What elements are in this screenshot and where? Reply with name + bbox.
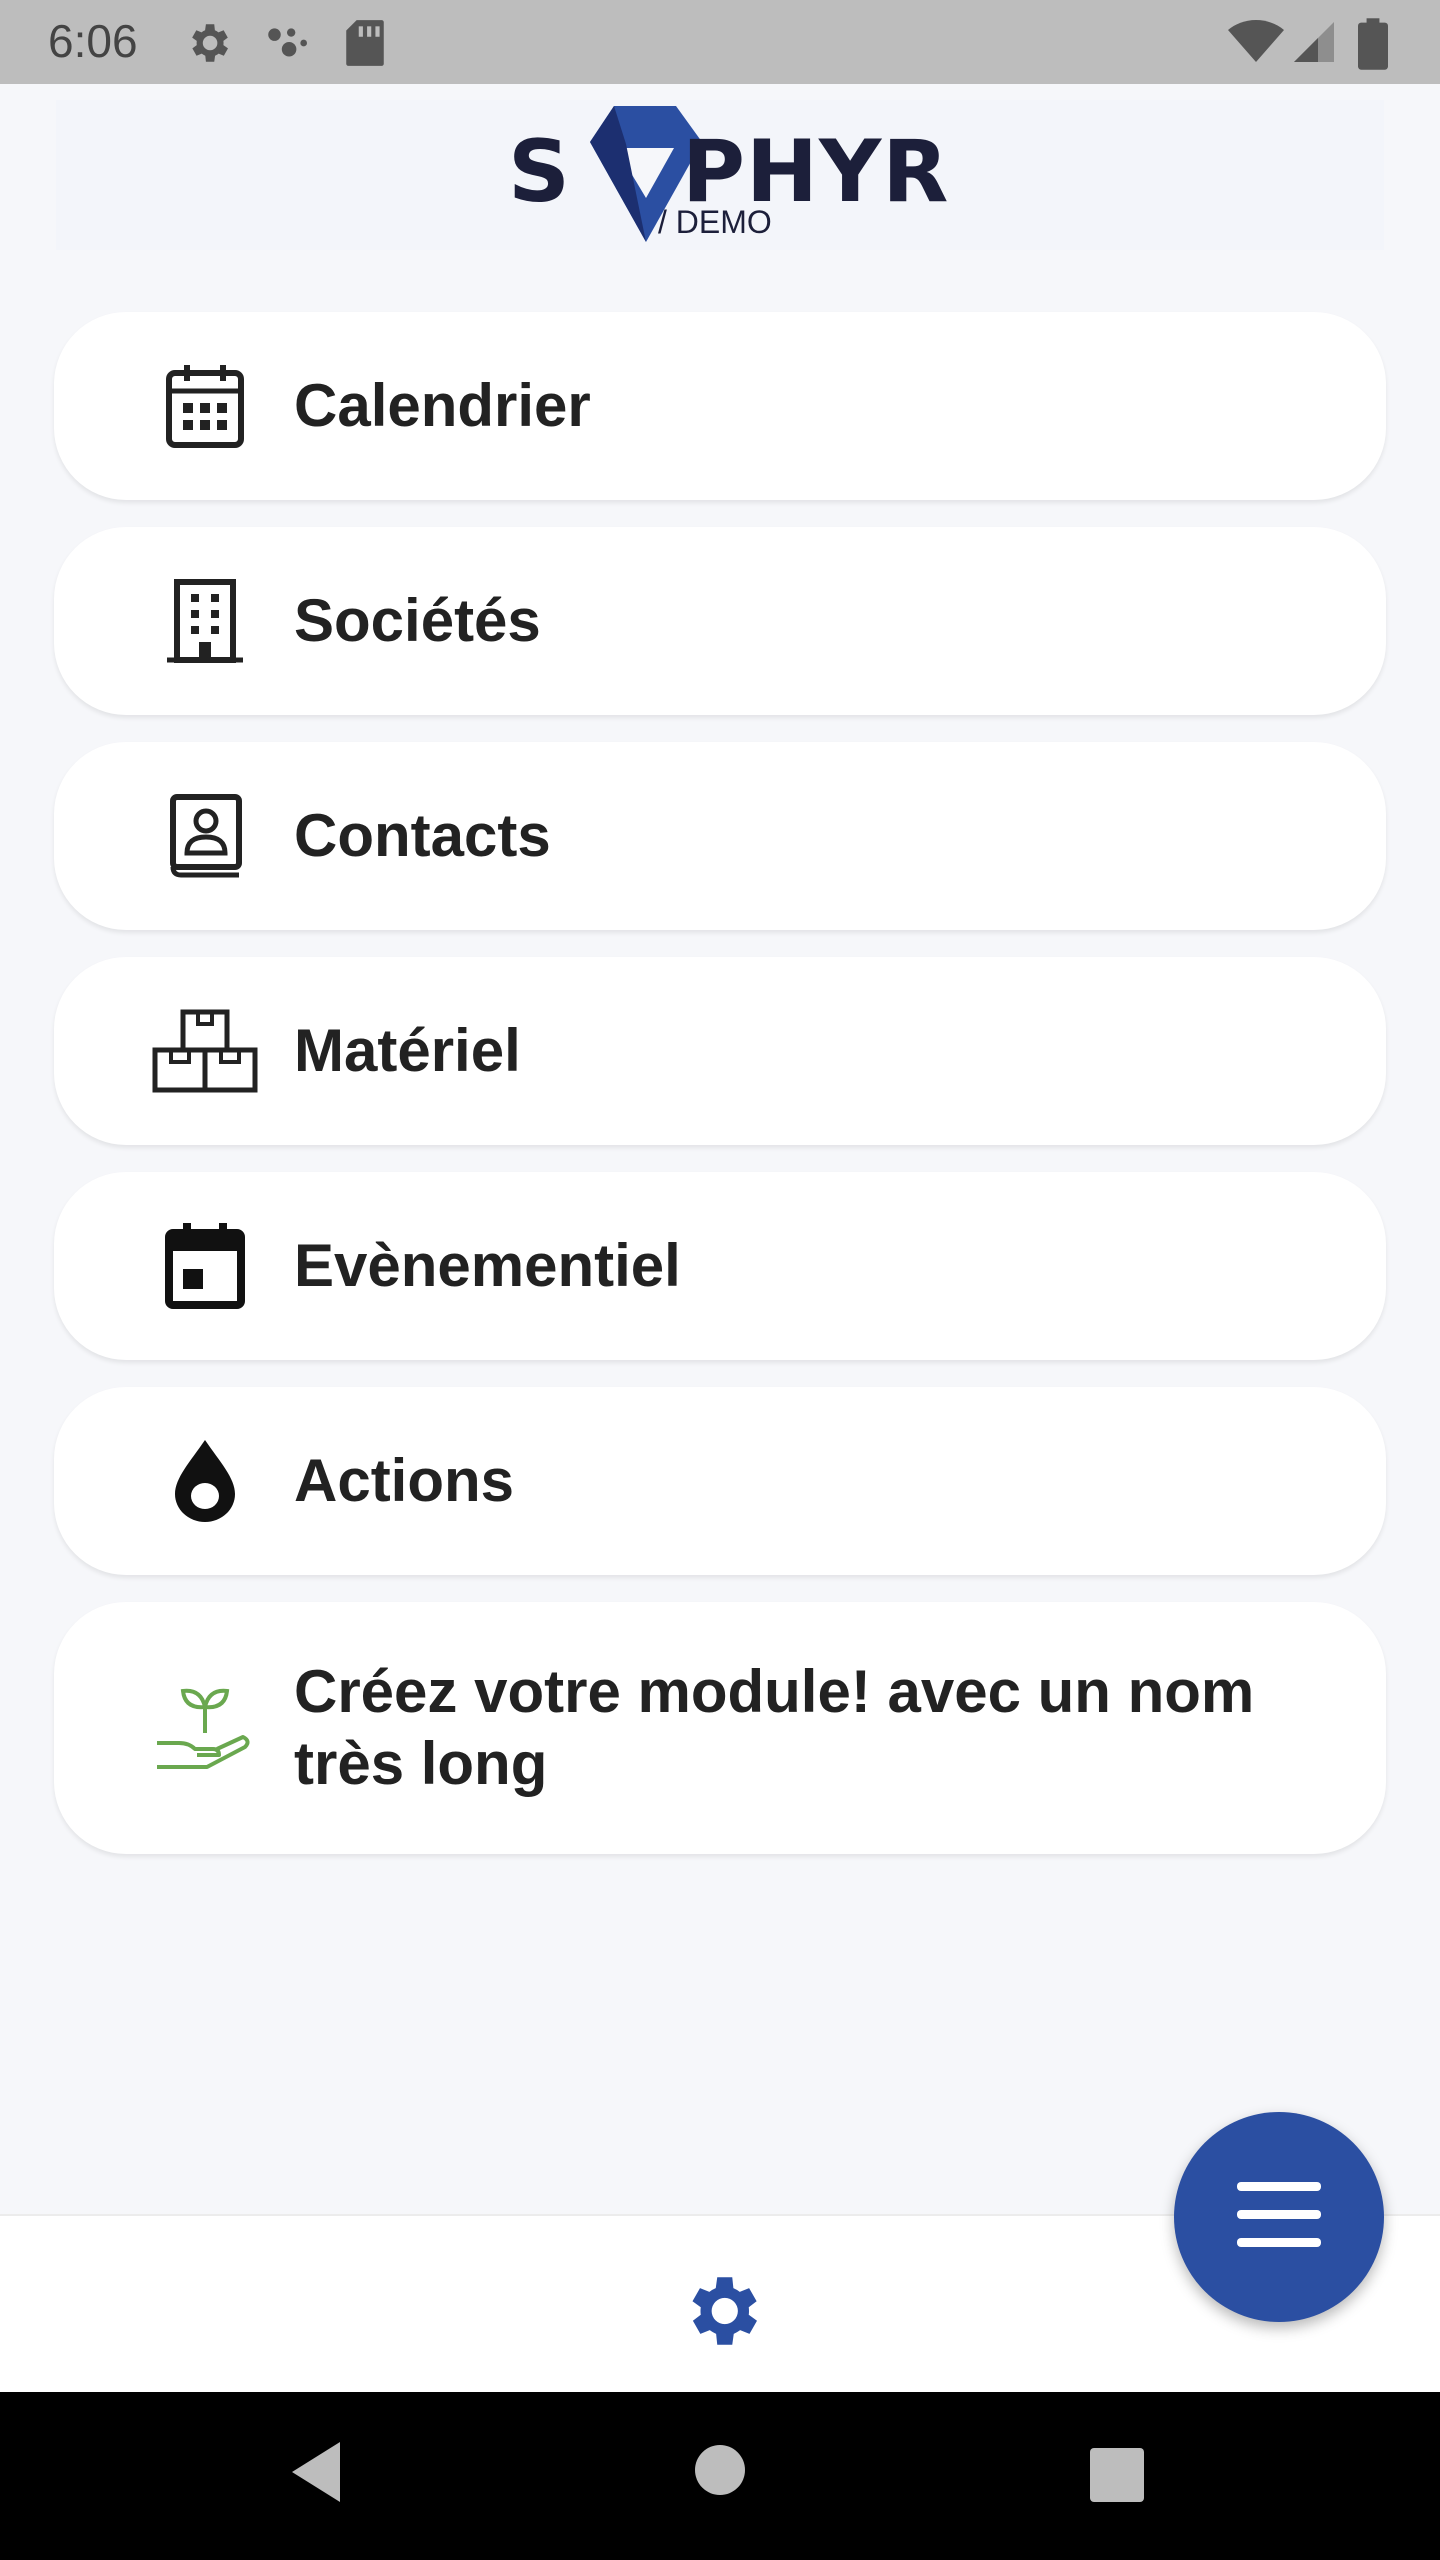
event-icon <box>150 1218 260 1314</box>
wifi-icon <box>1228 18 1284 71</box>
system-nav-bar <box>0 2392 1440 2560</box>
contact-book-icon <box>150 788 260 884</box>
status-bar: 6:06 <box>0 0 1440 84</box>
module-label: Créez votre module! avec un nom très lon… <box>294 1658 1255 1797</box>
module-label: Sociétés <box>294 587 541 654</box>
module-item-societes[interactable]: Sociétés <box>54 527 1386 715</box>
building-icon <box>150 573 260 669</box>
gear-icon[interactable] <box>676 2266 766 2356</box>
module-item-calendrier[interactable]: Calendrier <box>54 312 1386 500</box>
status-time: 6:06 <box>48 15 138 67</box>
back-icon[interactable] <box>288 2440 344 2509</box>
home-icon[interactable] <box>694 2444 746 2501</box>
module-item-custom-module[interactable]: Créez votre module! avec un nom très lon… <box>54 1602 1386 1854</box>
module-label: Contacts <box>294 802 551 869</box>
logo-demo-label: / DEMO <box>658 204 772 240</box>
plant-hand-icon <box>150 1680 260 1776</box>
app-logo: S PHYR / DEMO <box>508 100 949 250</box>
assistant-icon <box>262 18 312 73</box>
module-label: Evènementiel <box>294 1232 681 1299</box>
settings-icon <box>183 18 233 73</box>
module-item-evenementiel[interactable]: Evènementiel <box>54 1172 1386 1360</box>
module-item-actions[interactable]: Actions <box>54 1387 1386 1575</box>
recent-apps-icon[interactable] <box>1090 2448 1144 2507</box>
sd-card-icon <box>343 18 387 73</box>
module-label: Actions <box>294 1447 515 1514</box>
battery-icon <box>1358 18 1388 75</box>
logo-letter-s: S <box>508 122 571 222</box>
boxes-icon <box>150 1003 260 1099</box>
signal-icon <box>1290 18 1338 71</box>
module-item-materiel[interactable]: Matériel <box>54 957 1386 1145</box>
module-label: Calendrier <box>294 372 591 439</box>
module-item-contacts[interactable]: Contacts <box>54 742 1386 930</box>
module-list: Calendrier Sociétés Contacts Matériel Ev… <box>54 312 1386 1881</box>
menu-icon <box>1237 2181 1321 2253</box>
module-label: Matériel <box>294 1017 521 1084</box>
menu-fab-button[interactable] <box>1174 2112 1384 2322</box>
calendar-icon <box>150 358 260 454</box>
drop-icon <box>150 1433 260 1529</box>
